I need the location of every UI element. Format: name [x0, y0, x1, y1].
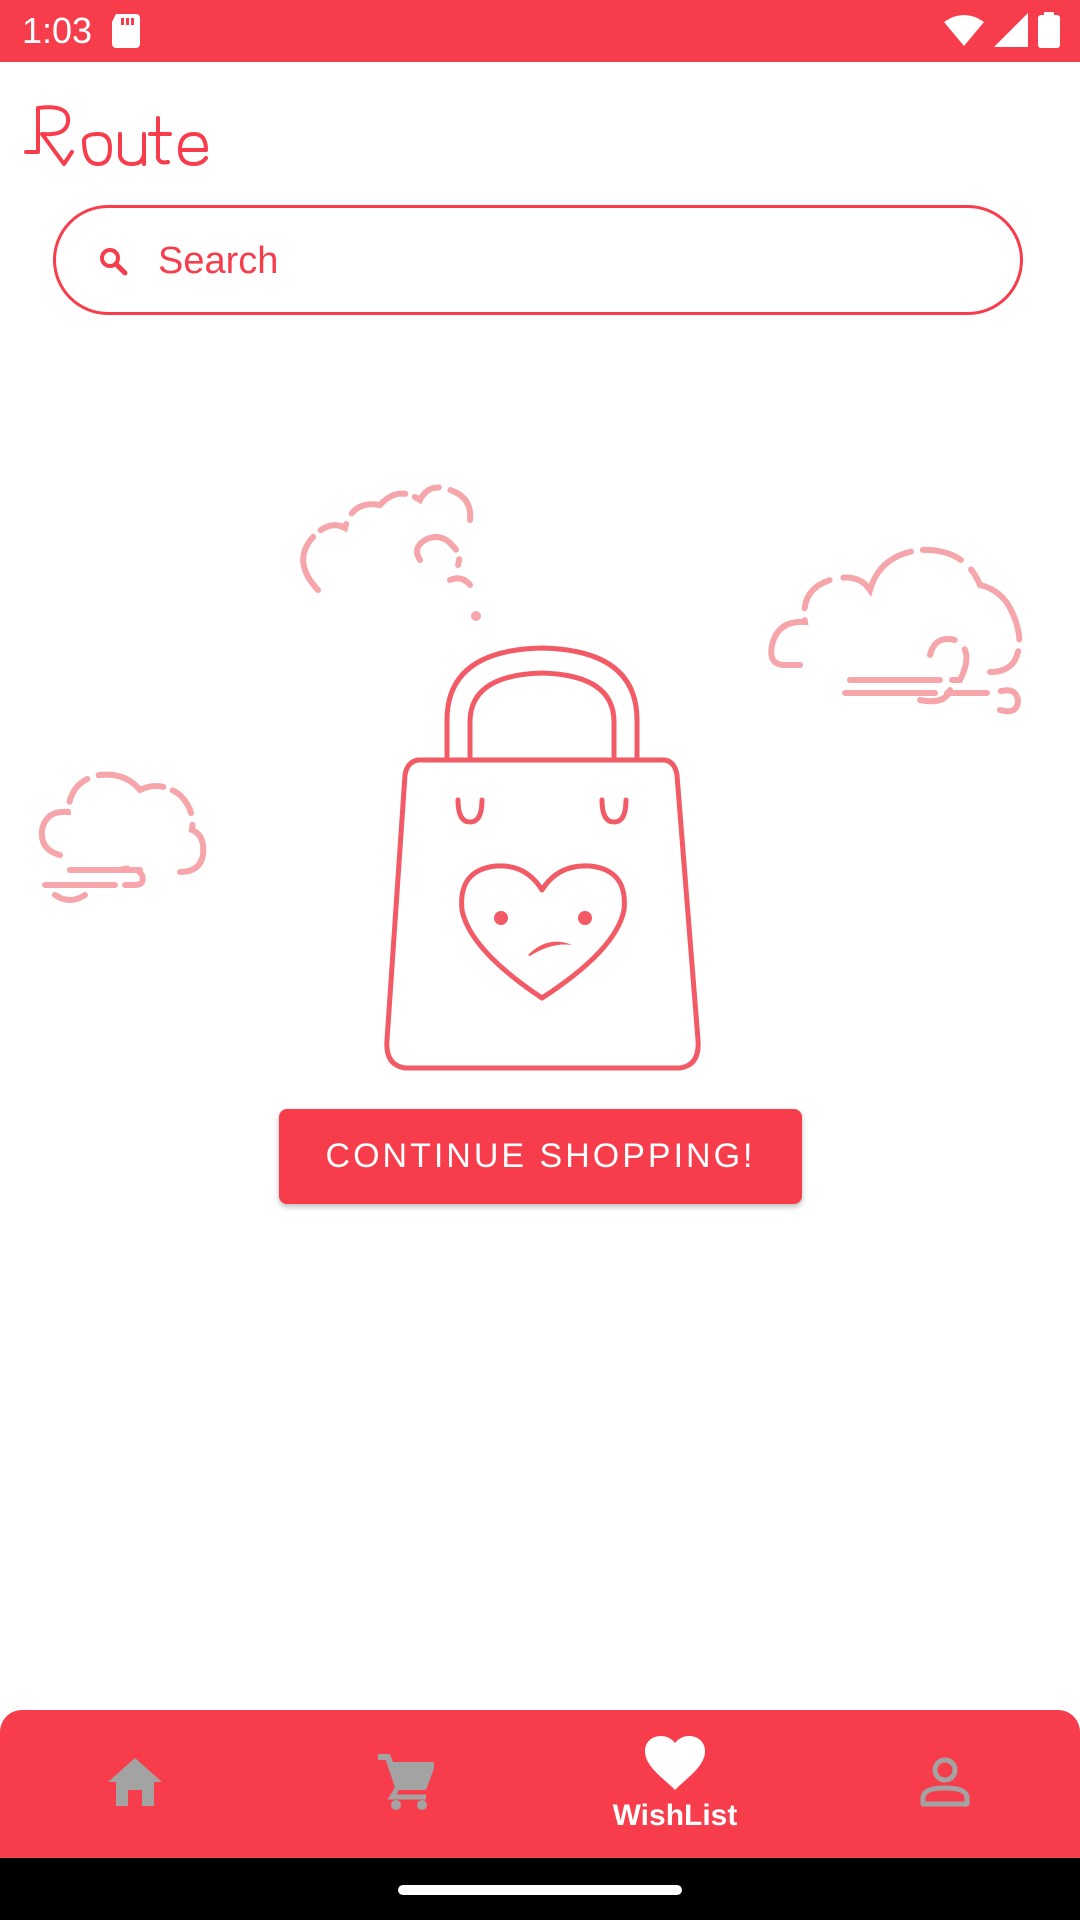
route-logo-graphic	[24, 105, 208, 166]
route-logo	[24, 100, 214, 177]
heart-icon	[645, 1735, 705, 1795]
cloud-left	[38, 771, 207, 903]
system-nav-bar	[0, 1858, 1080, 1920]
search-bar[interactable]	[53, 205, 1023, 315]
sd-card-icon	[112, 14, 140, 53]
nav-item-home[interactable]	[0, 1710, 270, 1858]
continue-shopping-button[interactable]: CONTINUE SHOPPING!	[279, 1109, 802, 1204]
heart-face	[494, 911, 592, 956]
nav-label-wishlist: WishList	[612, 1798, 738, 1832]
search-input[interactable]	[156, 230, 980, 292]
empty-wishlist-illustration	[0, 470, 1080, 1090]
wifi-icon	[944, 14, 984, 51]
cloud-top-left	[300, 484, 481, 621]
nav-item-cart[interactable]	[270, 1710, 540, 1858]
search-icon	[96, 244, 132, 280]
nav-item-profile[interactable]	[810, 1710, 1080, 1858]
bottom-nav: WishList	[0, 1710, 1080, 1858]
shopping-bag	[384, 645, 701, 1071]
status-bar: 1:03	[0, 0, 1080, 62]
home-icon	[106, 1756, 164, 1813]
profile-icon	[919, 1756, 971, 1813]
nav-item-wishlist[interactable]: WishList	[540, 1710, 810, 1858]
cloud-top-right	[768, 546, 1023, 715]
cart-icon	[376, 1753, 435, 1816]
gesture-home-handle[interactable]	[398, 1885, 682, 1895]
battery-icon	[1038, 12, 1060, 53]
status-time: 1:03	[22, 10, 93, 51]
signal-icon	[994, 13, 1028, 52]
